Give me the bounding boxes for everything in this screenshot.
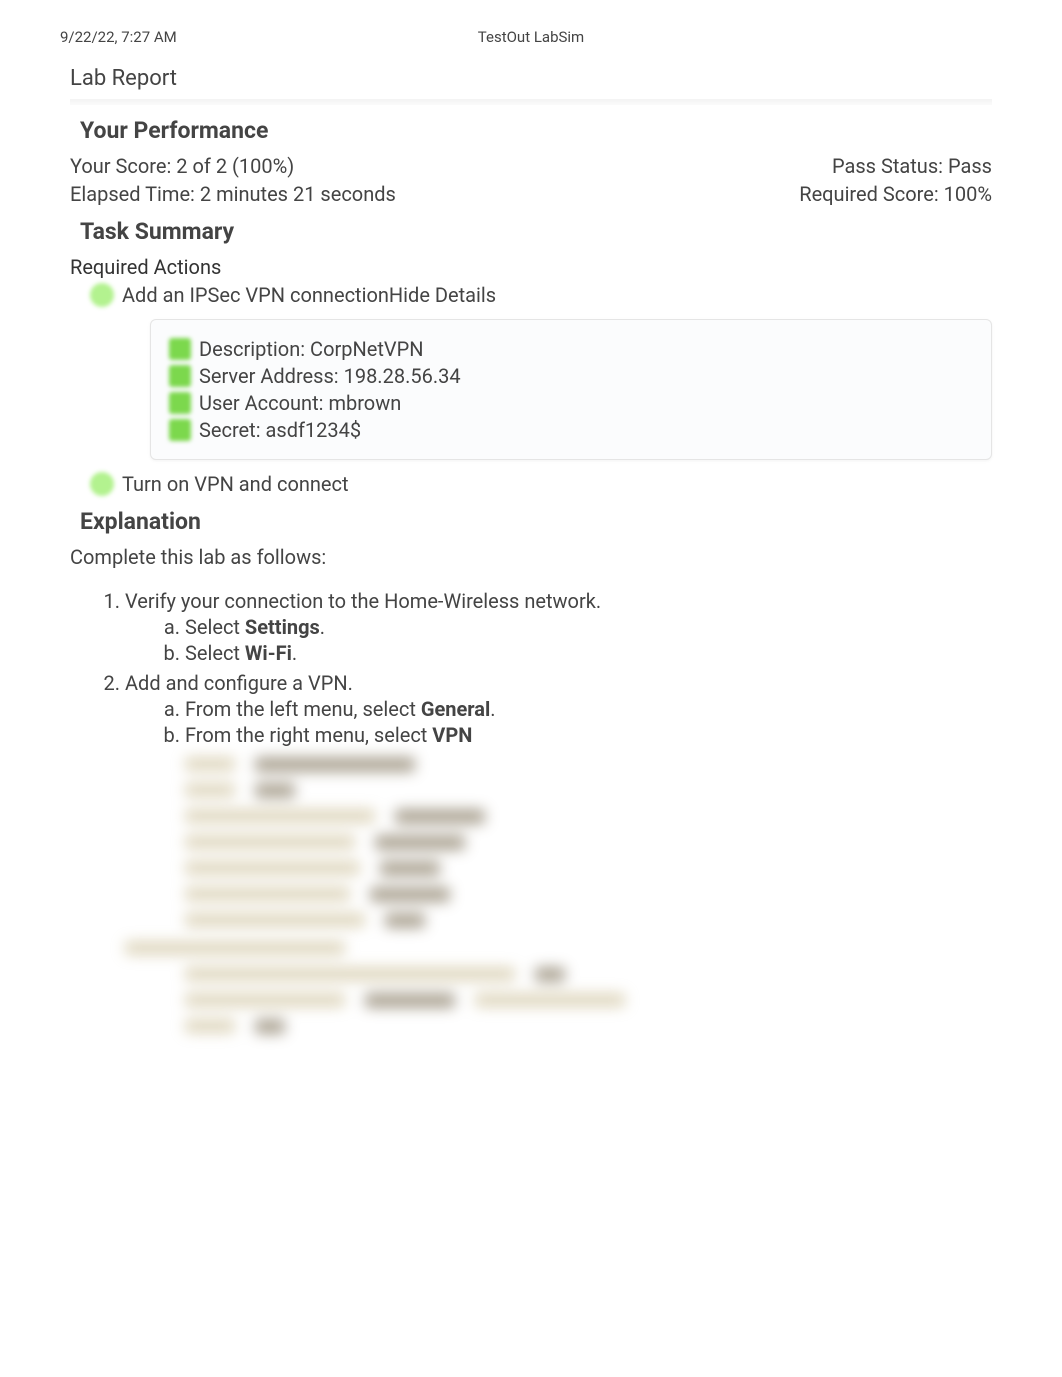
explanation-intro: Complete this lab as follows: bbox=[70, 545, 992, 569]
step-2-substeps: From the left menu, select General. From… bbox=[185, 697, 992, 747]
substep-2b: From the right menu, select VPN bbox=[185, 723, 992, 747]
detail-description: Description: CorpNetVPN bbox=[169, 337, 973, 361]
elapsed-time: Elapsed Time: 2 minutes 21 seconds bbox=[70, 182, 396, 206]
detail-server: Server Address: 198.28.56.34 bbox=[169, 364, 973, 388]
explanation-heading: Explanation bbox=[80, 508, 992, 535]
step-2-text: Add and configure a VPN. bbox=[125, 671, 353, 695]
check-icon bbox=[169, 338, 191, 360]
action-2: Turn on VPN and connect bbox=[90, 472, 992, 496]
check-icon bbox=[90, 472, 114, 496]
detail-user: User Account: mbrown bbox=[169, 391, 973, 415]
step-2: Add and configure a VPN. From the left m… bbox=[125, 671, 992, 747]
substep-2a: From the left menu, select General. bbox=[185, 697, 992, 721]
required-actions-label: Required Actions bbox=[70, 255, 992, 279]
action-2-label: Turn on VPN and connect bbox=[122, 472, 349, 496]
divider bbox=[70, 99, 992, 105]
substep-1b: Select Wi-Fi. bbox=[185, 641, 992, 665]
header-date: 9/22/22, 7:27 AM bbox=[60, 28, 177, 46]
hide-details-toggle[interactable]: Hide Details bbox=[389, 283, 496, 307]
detail-text: Secret: asdf1234$ bbox=[199, 418, 361, 442]
check-icon bbox=[90, 283, 114, 307]
substep-1a: Select Settings. bbox=[185, 615, 992, 639]
blurred-content-2 bbox=[125, 937, 992, 1037]
lab-report-title: Lab Report bbox=[70, 66, 992, 91]
header-app-name: TestOut LabSim bbox=[478, 28, 584, 46]
action-1-details: Description: CorpNetVPN Server Address: … bbox=[150, 319, 992, 460]
detail-text: Description: CorpNetVPN bbox=[199, 337, 424, 361]
step-1: Verify your connection to the Home-Wirel… bbox=[125, 589, 992, 665]
steps-list: Verify your connection to the Home-Wirel… bbox=[125, 589, 992, 747]
action-1-label: Add an IPSec VPN connection bbox=[122, 283, 389, 307]
blurred-content bbox=[185, 753, 992, 931]
check-icon bbox=[169, 392, 191, 414]
action-1: Add an IPSec VPN connectionHide Details bbox=[90, 283, 992, 307]
your-score: Your Score: 2 of 2 (100%) bbox=[70, 154, 294, 178]
performance-heading: Your Performance bbox=[80, 117, 992, 144]
required-score: Required Score: 100% bbox=[799, 182, 992, 206]
check-icon bbox=[169, 365, 191, 387]
detail-text: Server Address: 198.28.56.34 bbox=[199, 364, 461, 388]
check-icon bbox=[169, 419, 191, 441]
step-1-text: Verify your connection to the Home-Wirel… bbox=[125, 589, 601, 613]
task-summary-heading: Task Summary bbox=[80, 218, 992, 245]
step-1-substeps: Select Settings. Select Wi-Fi. bbox=[185, 615, 992, 665]
page-header: 9/22/22, 7:27 AM TestOut LabSim bbox=[0, 0, 1062, 56]
detail-secret: Secret: asdf1234$ bbox=[169, 418, 973, 442]
detail-text: User Account: mbrown bbox=[199, 391, 401, 415]
pass-status: Pass Status: Pass bbox=[832, 154, 992, 178]
